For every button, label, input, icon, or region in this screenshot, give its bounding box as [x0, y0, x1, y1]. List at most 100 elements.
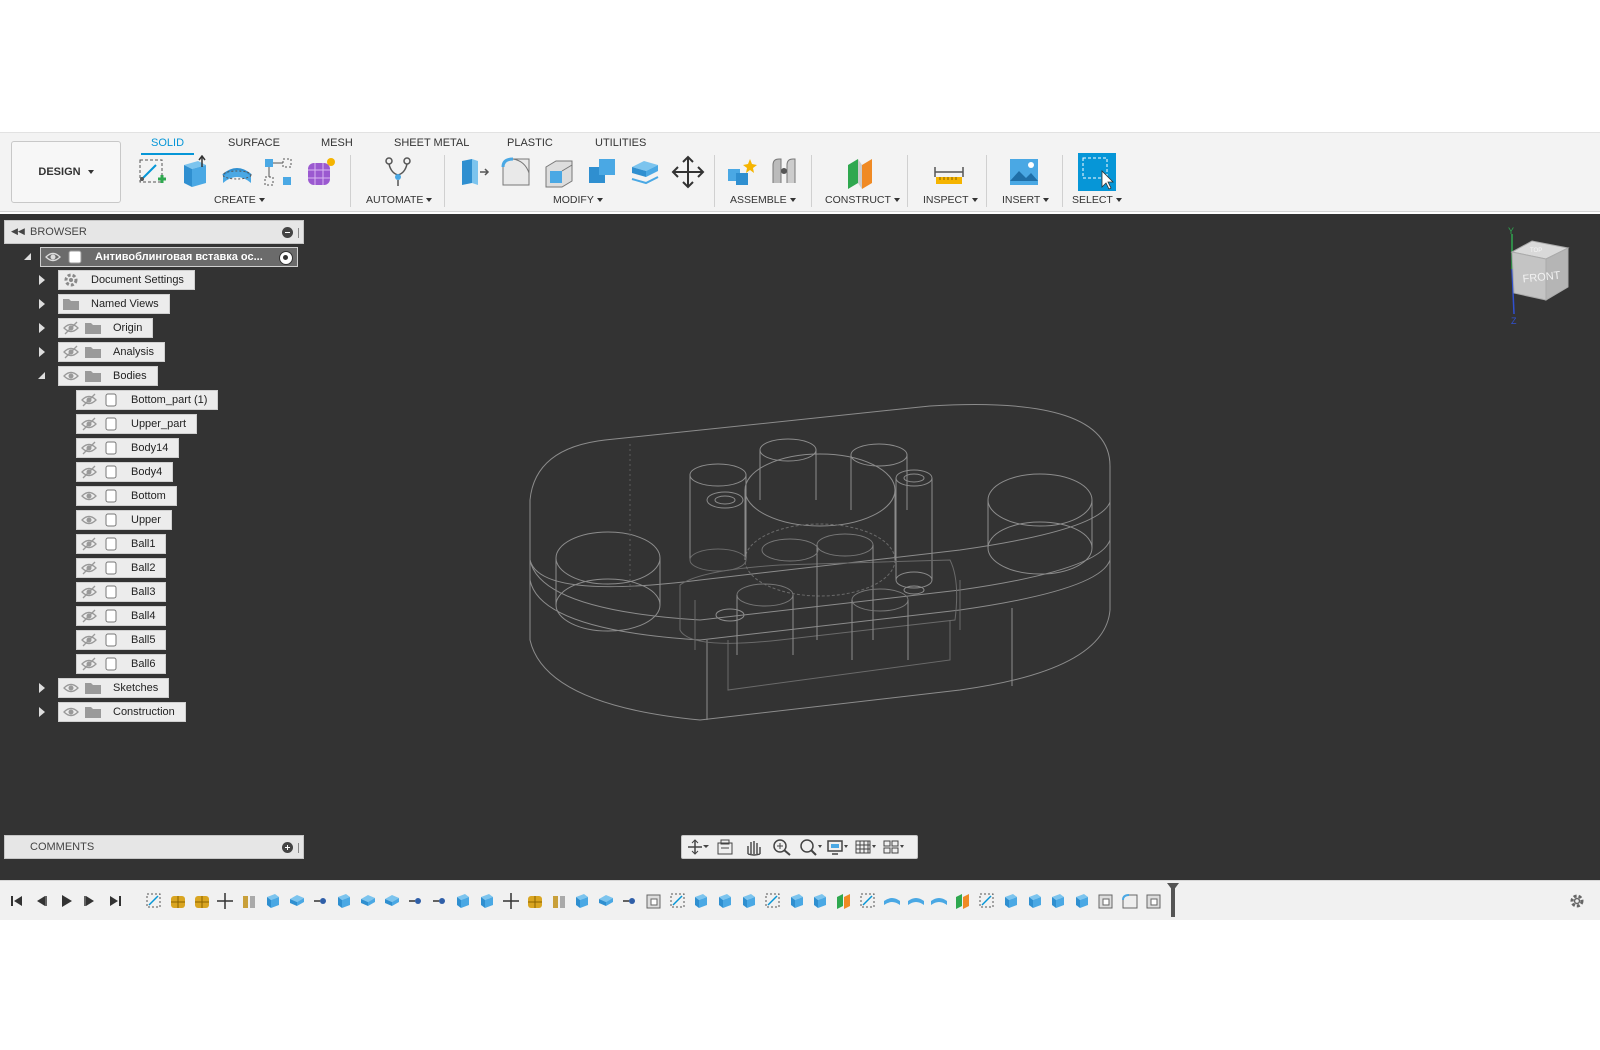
browser-node-upper-part[interactable]: Upper_part	[76, 414, 198, 434]
timeline-fillet-icon[interactable]	[1121, 892, 1139, 910]
resize-grip-icon[interactable]	[298, 843, 300, 853]
viewports-icon[interactable]	[882, 838, 906, 856]
eye-hidden-icon[interactable]	[61, 343, 81, 361]
eye-hidden-icon[interactable]	[79, 631, 99, 649]
eye-hidden-icon[interactable]	[79, 559, 99, 577]
timeline-plane-icon[interactable]	[835, 892, 853, 910]
browser-node-bodies[interactable]: Bodies	[58, 366, 158, 386]
play-icon[interactable]	[58, 893, 74, 909]
display-settings-icon[interactable]	[826, 838, 850, 856]
timeline-extrude-icon[interactable]	[264, 892, 282, 910]
timeline-extrude-icon[interactable]	[740, 892, 758, 910]
workspace-switcher-button[interactable]: DESIGN	[11, 141, 121, 203]
timeline-extrude-icon[interactable]	[716, 892, 734, 910]
browser-node-analysis[interactable]: Analysis	[58, 342, 165, 362]
timeline-form-icon[interactable]	[526, 892, 544, 910]
construct-group-label[interactable]: CONSTRUCT	[825, 194, 900, 206]
timeline-extrude-icon[interactable]	[573, 892, 591, 910]
expand-icon[interactable]	[36, 346, 48, 358]
canvas-viewport[interactable]: ◀◀ BROWSER Антивоблинговая вставка ос...…	[0, 214, 1600, 880]
browser-node-sketches[interactable]: Sketches	[58, 678, 170, 698]
browser-root-node[interactable]: Антивоблинговая вставка ос...	[40, 247, 298, 267]
eye-hidden-icon[interactable]	[79, 463, 99, 481]
timeline-revolve-icon[interactable]	[930, 892, 948, 910]
new-component-icon[interactable]	[724, 155, 758, 189]
timeline-plane-icon[interactable]	[954, 892, 972, 910]
automate-group-label[interactable]: AUTOMATE	[366, 194, 433, 206]
eye-hidden-icon[interactable]	[79, 415, 99, 433]
eye-hidden-icon[interactable]	[79, 535, 99, 553]
collapse-root-icon[interactable]	[22, 251, 34, 263]
browser-node-bottom-part-1[interactable]: Bottom_part (1)	[76, 390, 219, 410]
eye-visible-icon[interactable]	[79, 511, 99, 529]
browser-node-origin[interactable]: Origin	[58, 318, 154, 338]
tab-surface[interactable]: SURFACE	[228, 135, 280, 153]
expand-icon[interactable]	[36, 682, 48, 694]
press-pull-icon[interactable]	[456, 155, 490, 189]
gear-icon[interactable]	[1568, 892, 1586, 910]
expand-icon[interactable]	[36, 274, 48, 286]
browser-node-body4[interactable]: Body4	[76, 462, 174, 482]
timeline-sketch-icon[interactable]	[859, 892, 877, 910]
browser-node-construction[interactable]: Construction	[58, 702, 186, 722]
eye-visible-icon[interactable]	[61, 367, 81, 385]
add-comment-icon[interactable]	[282, 842, 293, 853]
timeline-sketch-icon[interactable]	[764, 892, 782, 910]
timeline-extrude-icon[interactable]	[692, 892, 710, 910]
tab-utilities[interactable]: UTILITIES	[595, 135, 646, 153]
look-at-icon[interactable]	[714, 838, 738, 856]
tab-sheet-metal[interactable]: SHEET METAL	[394, 135, 469, 153]
timeline-revolve-icon[interactable]	[883, 892, 901, 910]
timeline-move-icon[interactable]	[216, 892, 234, 910]
timeline-shell-icon[interactable]	[1097, 892, 1115, 910]
eye-hidden-icon[interactable]	[79, 607, 99, 625]
timeline-extrude-icon[interactable]	[811, 892, 829, 910]
timeline-extrude-icon[interactable]	[788, 892, 806, 910]
inspect-group-label[interactable]: INSPECT	[923, 194, 978, 206]
eye-hidden-icon[interactable]	[61, 319, 81, 337]
modify-group-label[interactable]: MODIFY	[553, 194, 603, 206]
joint-icon[interactable]	[767, 155, 801, 189]
insert-group-label[interactable]: INSERT	[1002, 194, 1050, 206]
timeline-shell-icon[interactable]	[645, 892, 663, 910]
timeline-joint-icon[interactable]	[240, 892, 258, 910]
timeline-offset-face-icon[interactable]	[383, 892, 401, 910]
eye-hidden-icon[interactable]	[79, 583, 99, 601]
viewcube[interactable]: Y Z FRONT TOP	[1488, 224, 1578, 326]
browser-node-ball6[interactable]: Ball6	[76, 654, 167, 674]
timeline-extrude-icon[interactable]	[335, 892, 353, 910]
browser-node-ball1[interactable]: Ball1	[76, 534, 167, 554]
browser-node-ball5[interactable]: Ball5	[76, 630, 167, 650]
measure-icon[interactable]	[932, 155, 966, 189]
go-to-start-icon[interactable]	[9, 893, 25, 909]
expand-icon[interactable]	[36, 298, 48, 310]
browser-node-ball3[interactable]: Ball3	[76, 582, 167, 602]
timeline-point-icon[interactable]	[431, 892, 449, 910]
create-group-label[interactable]: CREATE	[214, 194, 265, 206]
grid-icon[interactable]	[854, 838, 878, 856]
activate-radio-icon[interactable]	[279, 251, 293, 265]
fit-icon[interactable]	[798, 838, 822, 856]
timeline-extrude-icon[interactable]	[1049, 892, 1067, 910]
model-wireframe[interactable]	[0, 214, 1600, 880]
create-form-icon[interactable]	[304, 155, 338, 189]
timeline-sketch-icon[interactable]	[145, 892, 163, 910]
step-forward-icon[interactable]	[82, 893, 98, 909]
pan-icon[interactable]	[742, 838, 766, 856]
timeline-point-icon[interactable]	[312, 892, 330, 910]
tab-solid[interactable]: SOLID	[141, 135, 195, 155]
timeline-offset-face-icon[interactable]	[359, 892, 377, 910]
offset-plane-icon[interactable]	[844, 155, 878, 189]
timeline-shell-icon[interactable]	[1145, 892, 1163, 910]
timeline-sketch-icon[interactable]	[669, 892, 687, 910]
timeline-revolve-icon[interactable]	[907, 892, 925, 910]
expand-icon[interactable]	[36, 322, 48, 334]
timeline-point-icon[interactable]	[621, 892, 639, 910]
collapse-icon[interactable]	[36, 370, 48, 382]
browser-node-body14[interactable]: Body14	[76, 438, 180, 458]
eye-visible-icon[interactable]	[79, 487, 99, 505]
offset-face-icon[interactable]	[628, 155, 662, 189]
insert-image-icon[interactable]	[1007, 155, 1041, 189]
go-to-end-icon[interactable]	[107, 893, 123, 909]
browser-node-named-views[interactable]: Named Views	[58, 294, 170, 314]
